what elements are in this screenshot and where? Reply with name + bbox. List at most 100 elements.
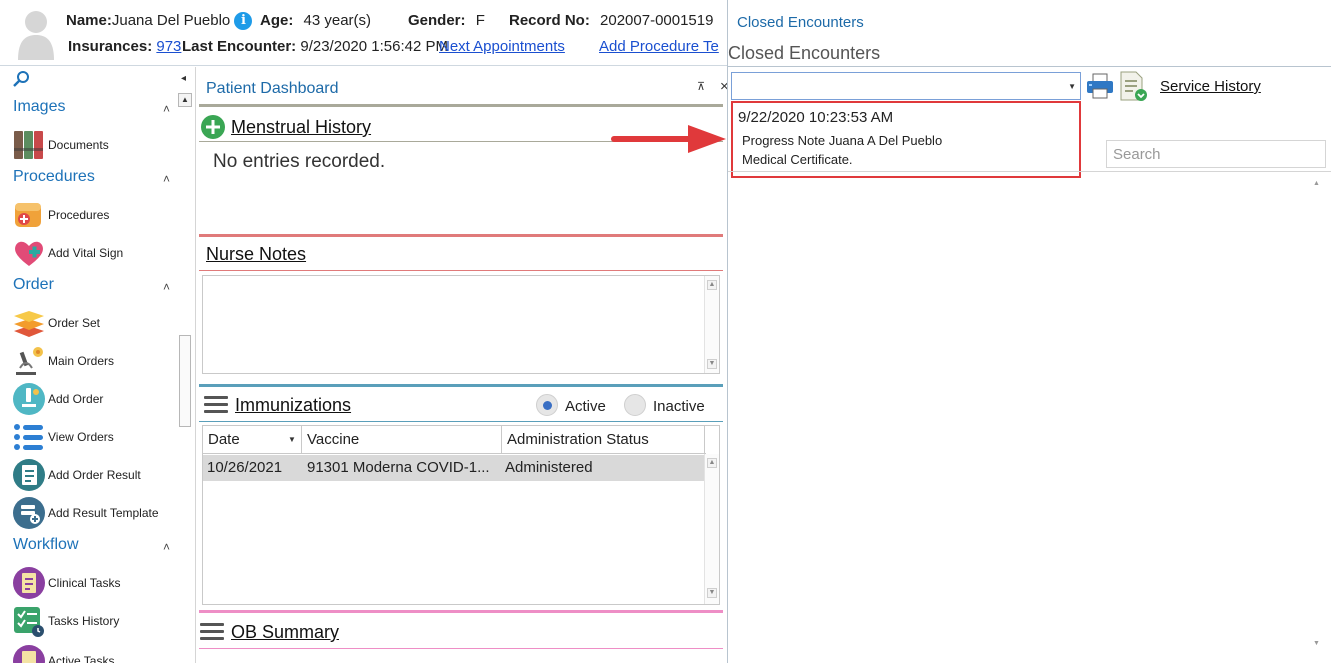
sidebar-item-label: Active Tasks [48, 654, 115, 663]
column-header-vaccine[interactable]: Vaccine [307, 431, 359, 448]
ob-summary-title[interactable]: OB Summary [231, 622, 339, 643]
sidebar-item-add-order[interactable]: Add Order [12, 382, 172, 416]
scroll-up-icon[interactable]: ▲ [178, 93, 192, 107]
dashboard-title: Patient Dashboard [206, 80, 339, 97]
sidebar-item-label: Add Result Template [48, 506, 159, 520]
sidebar-item-active-tasks[interactable]: Active Tasks [12, 644, 172, 663]
scroll-up-icon[interactable]: ▲ [1313, 180, 1320, 187]
encounter-line-1[interactable]: Progress Note Juana A Del Pueblo [742, 133, 942, 148]
record-label: Record No: [509, 12, 590, 29]
sort-down-icon[interactable]: ▼ [288, 435, 296, 444]
divider [728, 66, 1331, 67]
add-procedure-link[interactable]: Add Procedure Te [599, 38, 719, 55]
grid-scrollbar[interactable]: ▲ ▼ [704, 454, 719, 604]
gender-label: Gender: [408, 12, 466, 29]
scroll-down-icon[interactable]: ▼ [1313, 640, 1320, 647]
menu-icon[interactable] [200, 623, 224, 643]
sidebar-item-add-order-result[interactable]: Add Order Result [12, 458, 172, 492]
section-procedures[interactable]: Procedures [13, 168, 95, 186]
column-header-date[interactable]: Date [208, 431, 240, 448]
encounter-line-2[interactable]: Medical Certificate. [742, 152, 853, 167]
patient-avatar-icon [18, 11, 54, 60]
last-encounter-label: Last Encounter: [182, 38, 297, 55]
insurances-link[interactable]: 973 [156, 38, 181, 55]
age-value: 43 year(s) [303, 12, 372, 29]
nurse-notes-title[interactable]: Nurse Notes [206, 244, 306, 265]
sidebar-collapse-icon[interactable]: ◂ [181, 73, 186, 84]
divider [728, 171, 1331, 172]
sidebar: ◂ Images ˄ Documents Procedures ˄ Proced… [0, 67, 196, 663]
empty-state-text: No entries recorded. [213, 151, 386, 172]
scroll-up-icon[interactable]: ▲ [707, 280, 717, 290]
section-order[interactable]: Order [13, 276, 54, 294]
divider [199, 270, 723, 271]
chevron-up-icon[interactable]: ˄ [163, 102, 170, 116]
printer-icon[interactable] [1085, 72, 1115, 100]
cell-status: Administered [505, 459, 593, 476]
scroll-thumb[interactable] [179, 335, 191, 427]
insurances-label: Insurances: [68, 38, 153, 55]
column-separator [704, 426, 705, 453]
next-appointments-link[interactable]: Next Appointments [439, 38, 565, 55]
nurse-notes-scrollbar[interactable]: ▲ ▼ [704, 276, 719, 373]
encounter-combobox[interactable]: ▼ [731, 72, 1081, 100]
list-icon [14, 424, 43, 450]
sidebar-scrollbar[interactable]: ▲ ▼ [178, 91, 192, 663]
info-icon[interactable]: i [234, 12, 253, 30]
closed-encounters-tab[interactable]: Closed Encounters [737, 14, 864, 31]
search-icon[interactable] [12, 70, 32, 90]
last-encounter-value: 9/23/2020 1:56:42 PM [300, 38, 448, 55]
sidebar-item-label: Add Order [48, 392, 104, 406]
sidebar-item-label: Tasks History [48, 614, 120, 628]
divider [199, 421, 723, 422]
sidebar-item-documents[interactable]: Documents [12, 128, 172, 162]
menstrual-history-title[interactable]: Menstrual History [231, 117, 371, 138]
sidebar-item-add-result-template[interactable]: Add Result Template [12, 496, 172, 530]
sidebar-item-view-orders[interactable]: View Orders [12, 420, 172, 454]
immunizations-title[interactable]: Immunizations [235, 395, 351, 416]
procedures-icon [15, 203, 41, 227]
chevron-up-icon[interactable]: ˄ [163, 540, 170, 554]
add-order-icon [13, 383, 45, 415]
patient-name: Juana Del Pueblo [111, 12, 231, 29]
chevron-up-icon[interactable]: ˄ [163, 280, 170, 294]
section-workflow[interactable]: Workflow [13, 536, 79, 554]
cell-vaccine: 91301 Moderna COVID-1... [307, 459, 490, 476]
export-document-icon[interactable] [1118, 70, 1148, 102]
sidebar-item-add-vital-sign[interactable]: Add Vital Sign [12, 236, 172, 270]
chevron-down-icon[interactable]: ▼ [1068, 82, 1076, 91]
sidebar-item-procedures[interactable]: Procedures [12, 198, 172, 232]
menu-icon[interactable] [204, 396, 228, 416]
scroll-down-icon[interactable]: ▼ [707, 359, 717, 369]
column-separator [501, 426, 502, 453]
result-template-icon [13, 497, 45, 529]
cell-date: 10/26/2021 [207, 459, 283, 476]
sidebar-item-label: Add Order Result [48, 468, 141, 482]
sidebar-item-clinical-tasks[interactable]: Clinical Tasks [12, 566, 172, 600]
search-input[interactable]: Search [1106, 140, 1326, 168]
inactive-radio-label[interactable]: Inactive [653, 398, 705, 415]
patient-header: Name:Juana Del Pueblo i Age: 43 year(s) … [0, 0, 727, 66]
microscope-icon [16, 347, 43, 375]
section-images[interactable]: Images [13, 98, 65, 116]
sidebar-item-order-set[interactable]: Order Set [12, 306, 172, 340]
encounter-datetime[interactable]: 9/22/2020 10:23:53 AM [738, 109, 893, 126]
chevron-up-icon[interactable]: ˄ [163, 172, 170, 186]
encounter-dropdown-list: 9/22/2020 10:23:53 AM Progress Note Juan… [731, 101, 1081, 178]
results-scrollbar[interactable]: ▲ ▼ [1311, 174, 1325, 656]
active-radio[interactable] [536, 394, 558, 416]
active-radio-label[interactable]: Active [565, 398, 606, 415]
scroll-up-icon[interactable]: ▲ [707, 458, 717, 468]
documents-icon [14, 131, 43, 159]
scroll-down-icon[interactable]: ▼ [707, 588, 717, 598]
service-history-link[interactable]: Service History [1160, 78, 1261, 95]
nurse-notes-textarea[interactable]: ▲ ▼ [202, 275, 720, 374]
sidebar-item-tasks-history[interactable]: Tasks History [12, 604, 172, 638]
table-row[interactable]: 10/26/2021 91301 Moderna COVID-1... Admi… [203, 455, 704, 481]
sidebar-item-main-orders[interactable]: Main Orders [12, 344, 172, 378]
pin-icon[interactable]: ⊼ [697, 80, 705, 93]
column-header-status[interactable]: Administration Status [507, 431, 649, 448]
annotation-arrow-icon [611, 125, 726, 153]
add-icon[interactable] [201, 115, 225, 139]
inactive-radio[interactable] [624, 394, 646, 416]
